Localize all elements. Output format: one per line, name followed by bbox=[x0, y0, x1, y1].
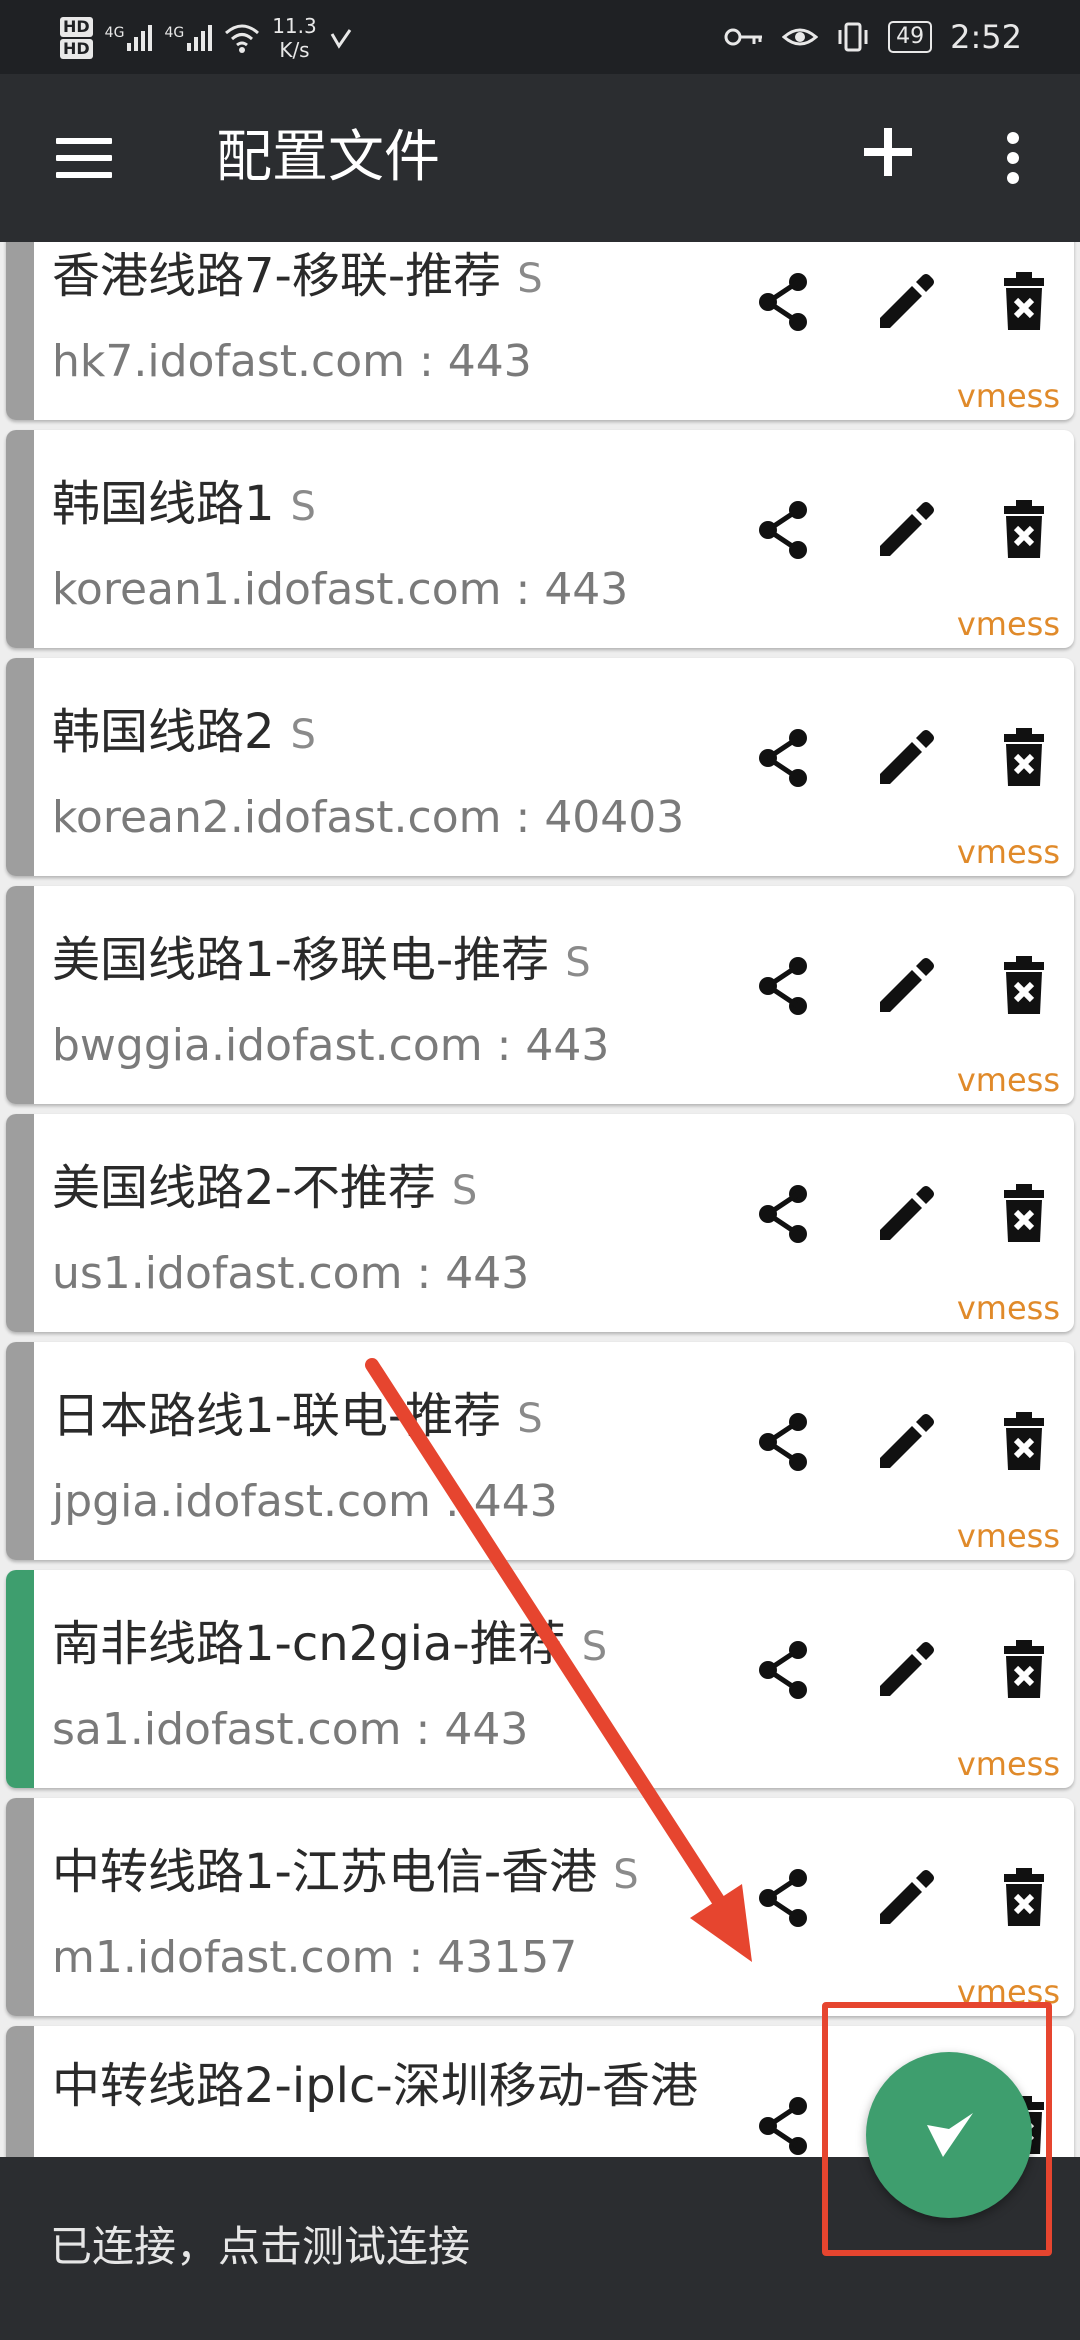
hd-label-2: HD bbox=[60, 39, 93, 59]
edit-icon[interactable] bbox=[864, 1174, 944, 1254]
delete-icon[interactable] bbox=[984, 718, 1064, 798]
server-address: korean1.idofast.com : 443 bbox=[52, 564, 629, 615]
edit-icon[interactable] bbox=[864, 262, 944, 342]
server-list[interactable]: 香港线路7-移联-推荐 S hk7.idofast.com : 443 vmess… bbox=[0, 242, 1080, 2157]
selection-indicator bbox=[6, 430, 34, 648]
server-name: 中转线路2-iplc-深圳移动-香港 bbox=[52, 2058, 699, 2114]
server-badge: S bbox=[451, 1168, 478, 1214]
protocol-type: vmess bbox=[956, 377, 1060, 415]
server-card[interactable]: 韩国线路2 S korean2.idofast.com : 40403 vmess bbox=[6, 658, 1074, 876]
server-badge: S bbox=[565, 940, 591, 986]
server-badge: S bbox=[517, 1396, 543, 1442]
server-badge: S bbox=[517, 256, 543, 302]
clock: 2:52 bbox=[950, 18, 1022, 56]
share-icon[interactable] bbox=[744, 1402, 824, 1482]
connection-status-text[interactable]: 已连接，点击测试连接 bbox=[50, 2219, 470, 2275]
server-card[interactable]: 中转线路1-江苏电信-香港 S m1.idofast.com : 43157 vm… bbox=[6, 1798, 1074, 2016]
signal-icon-2: 4G bbox=[164, 25, 213, 51]
share-icon[interactable] bbox=[744, 718, 824, 798]
server-name: 中转线路1-江苏电信-香港 S bbox=[52, 1844, 639, 1900]
delete-icon[interactable] bbox=[984, 946, 1064, 1026]
selection-indicator bbox=[6, 2026, 34, 2157]
server-address: hk7.idofast.com : 443 bbox=[52, 336, 532, 387]
protocol-type: vmess bbox=[956, 605, 1060, 643]
server-card[interactable]: 香港线路7-移联-推荐 S hk7.idofast.com : 443 vmess bbox=[6, 242, 1074, 420]
server-card[interactable]: 日本路线1-联电-推荐 S jpgia.idofast.com : 443 vme… bbox=[6, 1342, 1074, 1560]
annotation-highlight-box bbox=[822, 2002, 1052, 2256]
server-name: 韩国线路2 S bbox=[52, 704, 316, 760]
wifi-icon bbox=[225, 24, 260, 53]
selection-indicator bbox=[6, 658, 34, 876]
protocol-type: vmess bbox=[956, 1061, 1060, 1099]
delete-icon[interactable] bbox=[984, 1858, 1064, 1938]
delete-icon[interactable] bbox=[984, 1630, 1064, 1710]
edit-icon[interactable] bbox=[864, 718, 944, 798]
share-icon[interactable] bbox=[744, 490, 824, 570]
edit-icon[interactable] bbox=[864, 946, 944, 1026]
page-title: 配置文件 bbox=[216, 125, 440, 190]
network-speed: 11.3 K/s bbox=[272, 14, 317, 62]
status-bar: HD HD 4G 4G 11.3 K/s 49 2:52 bbox=[0, 0, 1080, 74]
server-address: bwggia.idofast.com : 443 bbox=[52, 1020, 610, 1071]
server-badge: S bbox=[290, 484, 316, 530]
server-card[interactable]: 美国线路1-移联电-推荐 S bwggia.idofast.com : 443 v… bbox=[6, 886, 1074, 1104]
delete-icon[interactable] bbox=[984, 490, 1064, 570]
delete-icon[interactable] bbox=[984, 1174, 1064, 1254]
server-badge: S bbox=[613, 1852, 639, 1898]
server-address: sa1.idofast.com : 443 bbox=[52, 1704, 529, 1755]
server-badge: S bbox=[581, 1624, 608, 1670]
server-name: 日本路线1-联电-推荐 S bbox=[52, 1388, 543, 1444]
vibrate-icon bbox=[838, 22, 868, 52]
share-icon[interactable] bbox=[744, 262, 824, 342]
edit-icon[interactable] bbox=[864, 1402, 944, 1482]
protocol-type: vmess bbox=[956, 833, 1060, 871]
protocol-type: vmess bbox=[956, 1745, 1060, 1783]
app-bar: 配置文件 bbox=[0, 74, 1080, 242]
server-address: us1.idofast.com : 443 bbox=[52, 1248, 530, 1299]
share-icon[interactable] bbox=[744, 946, 824, 1026]
battery-icon: 49 bbox=[888, 21, 933, 53]
selection-indicator bbox=[6, 242, 34, 420]
server-name: 美国线路2-不推荐 S bbox=[52, 1160, 478, 1216]
hd-label-1: HD bbox=[60, 17, 93, 37]
server-card[interactable]: 韩国线路1 S korean1.idofast.com : 443 vmess bbox=[6, 430, 1074, 648]
server-name: 韩国线路1 S bbox=[52, 476, 316, 532]
share-icon[interactable] bbox=[744, 1174, 824, 1254]
selection-indicator bbox=[6, 1798, 34, 2016]
edit-icon[interactable] bbox=[864, 1858, 944, 1938]
server-card[interactable]: 南非线路1-cn2gia-推荐 S sa1.idofast.com : 443 v… bbox=[6, 1570, 1074, 1788]
server-address: jpgia.idofast.com : 443 bbox=[52, 1476, 558, 1527]
selection-indicator bbox=[6, 1570, 34, 1788]
eye-comfort-icon bbox=[782, 28, 819, 46]
vpn-key-icon bbox=[724, 28, 763, 46]
server-address: m1.idofast.com : 43157 bbox=[52, 1932, 578, 1983]
server-address: korean2.idofast.com : 40403 bbox=[52, 792, 685, 843]
hd-indicator: HD HD bbox=[60, 16, 93, 60]
server-card[interactable]: 美国线路2-不推荐 S us1.idofast.com : 443 vmess bbox=[6, 1114, 1074, 1332]
protocol-type: vmess bbox=[956, 1517, 1060, 1555]
share-icon[interactable] bbox=[744, 2086, 824, 2157]
edit-icon[interactable] bbox=[864, 1630, 944, 1710]
edit-icon[interactable] bbox=[864, 490, 944, 570]
delete-icon[interactable] bbox=[984, 1402, 1064, 1482]
selection-indicator bbox=[6, 1342, 34, 1560]
add-icon[interactable] bbox=[858, 122, 918, 182]
menu-icon[interactable] bbox=[56, 138, 112, 178]
more-options-icon[interactable] bbox=[1004, 132, 1022, 192]
protocol-type: vmess bbox=[956, 1289, 1060, 1327]
server-name: 香港线路7-移联-推荐 S bbox=[52, 248, 543, 304]
delete-icon[interactable] bbox=[984, 262, 1064, 342]
v2ray-status-icon bbox=[330, 29, 351, 49]
server-name: 美国线路1-移联电-推荐 S bbox=[52, 932, 591, 988]
share-icon[interactable] bbox=[744, 1630, 824, 1710]
selection-indicator bbox=[6, 1114, 34, 1332]
share-icon[interactable] bbox=[744, 1858, 824, 1938]
signal-icon-1: 4G bbox=[105, 25, 153, 51]
selection-indicator bbox=[6, 886, 34, 1104]
server-badge: S bbox=[290, 712, 316, 758]
server-name: 南非线路1-cn2gia-推荐 S bbox=[52, 1616, 608, 1672]
